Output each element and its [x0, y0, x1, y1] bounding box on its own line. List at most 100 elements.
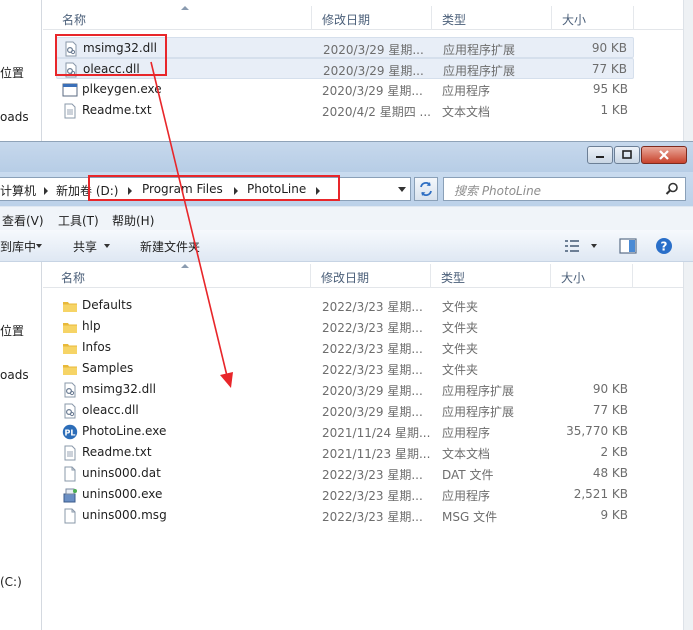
file-type: 应用程序扩展 — [443, 43, 516, 57]
nav-item-location[interactable]: 位置 — [0, 64, 24, 81]
command-bar: 到库中 共享 新建文件夹 ? — [0, 230, 693, 262]
file-type: 应用程序 — [442, 489, 491, 503]
column-name[interactable]: 名称 — [61, 269, 85, 286]
file-type: 文本文档 — [442, 105, 491, 119]
crumb-program-files[interactable]: Program Files — [142, 182, 223, 196]
file-row[interactable]: Samples 2022/3/23 星期... 文件夹 — [56, 358, 634, 379]
title-bar[interactable] — [0, 142, 693, 172]
file-size: 2 KB — [600, 445, 628, 459]
file-name: Samples — [82, 361, 134, 375]
file-date: 2020/3/29 星期... — [322, 384, 423, 398]
new-folder-button[interactable]: 新建文件夹 — [140, 238, 200, 255]
file-name: unins000.dat — [82, 466, 161, 480]
svg-text:?: ? — [661, 240, 668, 254]
file-size: 77 KB — [592, 403, 628, 417]
address-history-dropdown-icon[interactable] — [398, 187, 406, 192]
menu-help[interactable]: 帮助(H) — [112, 212, 154, 229]
file-row[interactable]: Readme.txt 2020/4/2 星期四 ... 文本文档 1 KB — [56, 100, 634, 121]
view-options-icon[interactable] — [564, 239, 580, 253]
file-row[interactable]: unins000.msg 2022/3/23 星期... MSG 文件 9 KB — [56, 505, 634, 526]
search-box[interactable]: 搜索 PhotoLine — [443, 177, 686, 201]
column-name[interactable]: 名称 — [62, 11, 86, 28]
text-file-icon — [62, 103, 78, 119]
maximize-icon — [622, 150, 632, 159]
maximize-button[interactable] — [614, 146, 640, 164]
file-type: 应用程序扩展 — [443, 64, 516, 78]
file-row[interactable]: oleacc.dll 2020/3/29 星期... 应用程序扩展 77 KB — [56, 58, 634, 79]
file-date: 2020/3/29 星期... — [322, 405, 423, 419]
help-icon[interactable]: ? — [655, 237, 673, 255]
close-button[interactable] — [641, 146, 687, 164]
nav-item-downloads[interactable]: oads — [0, 110, 29, 124]
menu-tools[interactable]: 工具(T) — [58, 212, 99, 229]
chevron-down-icon[interactable] — [591, 244, 597, 248]
file-row[interactable]: plkeygen.exe 2020/3/29 星期... 应用程序 95 KB — [56, 79, 634, 100]
file-name: oleacc.dll — [82, 403, 139, 417]
blank-file-icon — [62, 466, 78, 482]
file-name: Readme.txt — [82, 445, 152, 459]
column-size[interactable]: 大小 — [562, 11, 586, 28]
file-type: 文件夹 — [442, 300, 479, 314]
file-size: 95 KB — [592, 82, 628, 96]
file-row[interactable]: Infos 2022/3/23 星期... 文件夹 — [56, 337, 634, 358]
crumb-photoline[interactable]: PhotoLine — [247, 182, 306, 196]
file-type: MSG 文件 — [442, 510, 498, 524]
file-row[interactable]: PL PhotoLine.exe 2021/11/24 星期... 应用程序 35,77… — [56, 421, 634, 442]
crumb-drive-d[interactable]: 新加卷 (D:) — [56, 182, 118, 199]
nav-item-location[interactable]: 位置 — [0, 322, 24, 339]
crumb-arrow-icon[interactable] — [128, 187, 132, 195]
file-date: 2022/3/23 星期... — [322, 342, 423, 356]
share-button[interactable]: 共享 — [73, 238, 97, 255]
file-size: 2,521 KB — [573, 487, 628, 501]
file-row[interactable]: oleacc.dll 2020/3/29 星期... 应用程序扩展 77 KB — [56, 400, 634, 421]
file-row[interactable]: hlp 2022/3/23 星期... 文件夹 — [56, 316, 634, 337]
vertical-scrollbar[interactable] — [683, 0, 693, 141]
search-input[interactable]: 搜索 PhotoLine — [454, 182, 541, 199]
column-date[interactable]: 修改日期 — [321, 269, 369, 286]
column-type[interactable]: 类型 — [441, 269, 465, 286]
column-type[interactable]: 类型 — [442, 11, 466, 28]
search-icon[interactable] — [665, 182, 679, 196]
file-date: 2020/4/2 星期四 ... — [322, 105, 431, 119]
menu-view[interactable]: 查看(V) — [2, 212, 44, 229]
crumb-arrow-icon[interactable] — [234, 187, 238, 195]
refresh-icon — [420, 182, 432, 196]
minimize-button[interactable] — [587, 146, 613, 164]
file-date: 2022/3/23 星期... — [322, 510, 423, 524]
nav-item-downloads[interactable]: oads — [0, 368, 29, 382]
file-size: 1 KB — [600, 103, 628, 117]
preview-pane-icon[interactable] — [619, 238, 637, 254]
file-row[interactable]: Readme.txt 2021/11/23 星期... 文本文档 2 KB — [56, 442, 634, 463]
file-name: unins000.exe — [82, 487, 163, 501]
chevron-down-icon[interactable] — [36, 244, 42, 248]
address-bar[interactable]: 计算机 新加卷 (D:) Program Files PhotoLine — [0, 177, 411, 201]
file-type: 文件夹 — [442, 363, 479, 377]
crumb-computer[interactable]: 计算机 — [0, 182, 36, 199]
file-row[interactable]: msimg32.dll 2020/3/29 星期... 应用程序扩展 90 KB — [56, 379, 634, 400]
file-size: 90 KB — [592, 382, 628, 396]
file-name: Infos — [82, 340, 111, 354]
file-type: 应用程序扩展 — [442, 384, 515, 398]
minimize-icon — [596, 156, 604, 158]
crumb-arrow-icon[interactable] — [44, 187, 48, 195]
file-name: oleacc.dll — [83, 62, 140, 76]
refresh-button[interactable] — [414, 177, 438, 201]
crumb-arrow-icon[interactable] — [316, 187, 320, 195]
file-date: 2020/3/29 星期... — [323, 43, 424, 57]
column-date[interactable]: 修改日期 — [322, 11, 370, 28]
navigation-pane[interactable]: 位置 oads — [0, 0, 42, 141]
navigation-pane[interactable]: 位置 oads (C:) — [0, 262, 42, 630]
file-row[interactable]: unins000.exe 2022/3/23 星期... 应用程序 2,521 KB — [56, 484, 634, 505]
folder-icon — [62, 298, 78, 314]
include-in-library-button[interactable]: 到库中 — [0, 238, 36, 255]
nav-item-drive-c[interactable]: (C:) — [0, 575, 22, 589]
file-row[interactable]: msimg32.dll 2020/3/29 星期... 应用程序扩展 90 KB — [56, 37, 634, 58]
address-toolbar: 计算机 新加卷 (D:) Program Files PhotoLine 搜索 … — [0, 172, 693, 206]
file-row[interactable]: Defaults 2022/3/23 星期... 文件夹 — [56, 295, 634, 316]
chevron-down-icon[interactable] — [104, 244, 110, 248]
file-row[interactable]: unins000.dat 2022/3/23 星期... DAT 文件 48 KB — [56, 463, 634, 484]
dll-icon — [62, 382, 78, 398]
vertical-scrollbar[interactable] — [683, 262, 693, 630]
file-size: 48 KB — [592, 466, 628, 480]
column-size[interactable]: 大小 — [561, 269, 585, 286]
